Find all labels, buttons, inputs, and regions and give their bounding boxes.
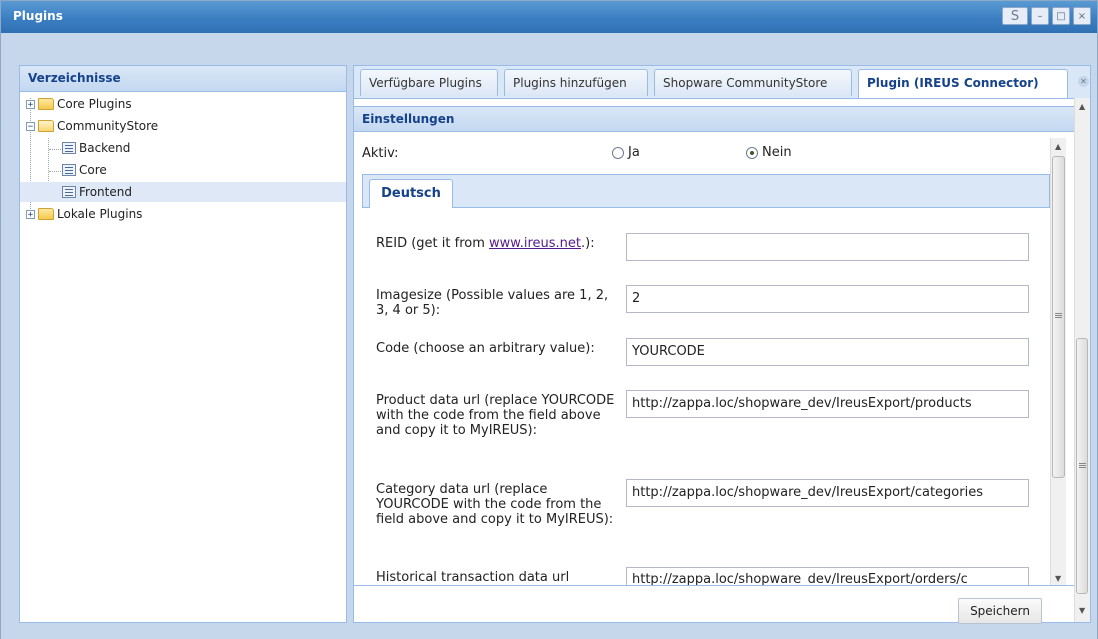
radio-circle-checked[interactable] (746, 146, 758, 159)
settings-scrollbar[interactable]: ▲ ▼ (1050, 138, 1066, 586)
tree-item-label: Frontend (79, 185, 132, 199)
settings-header: Einstellungen (354, 106, 1074, 132)
scroll-down-icon[interactable]: ▼ (1055, 574, 1061, 583)
plugins-window: Plugins S – □ × Verzeichnisse + Core Plu… (0, 0, 1098, 639)
expand-icon[interactable]: + (26, 99, 35, 109)
tree-item-lokale-plugins[interactable]: + Lokale Plugins (26, 204, 142, 224)
folder-icon (38, 208, 54, 220)
reid-label-text: REID (get it from (376, 236, 490, 251)
reid-label: REID (get it from www.ireus.net.): (376, 236, 620, 251)
tree-item-label: CommunityStore (57, 119, 159, 133)
tree-item-label: Core Plugins (57, 97, 132, 111)
radio-ja[interactable]: Ja (612, 145, 640, 160)
tree-item-label: Core (79, 163, 107, 177)
reid-label-suffix: .): (581, 236, 595, 251)
scroll-up-icon[interactable]: ▲ (1055, 142, 1061, 151)
list-icon (62, 186, 76, 198)
reid-input[interactable] (626, 233, 1029, 261)
category-url-label: Category data url (replace YOURCODE with… (376, 482, 614, 527)
minimize-icon[interactable]: – (1031, 7, 1049, 25)
tab-plugins-hinzufuegen[interactable]: Plugins hinzufügen (504, 69, 648, 96)
scroll-down-icon[interactable]: ▼ (1079, 606, 1085, 615)
footer-divider (354, 585, 1074, 586)
scroll-thumb[interactable] (1076, 338, 1088, 594)
tree-item-label: Backend (79, 141, 131, 155)
transaction-url-label: Historical transaction data url (376, 570, 570, 585)
title-bar[interactable]: Plugins S – □ × (1, 1, 1097, 33)
language-tab-strip: Deutsch (362, 174, 1050, 208)
tab-plugin-ireus-connector[interactable]: Plugin (IREUS Connector) ✕ (858, 69, 1089, 98)
list-icon (62, 164, 76, 176)
transaction-url-input[interactable]: http://zappa.loc/shopware_dev/IreusExpor… (626, 567, 1029, 585)
product-url-label: Product data url (replace YOURCODE with … (376, 393, 615, 438)
close-tab-icon[interactable]: ✕ (1078, 76, 1089, 87)
tree-item-frontend[interactable]: Frontend (20, 182, 346, 202)
window-title: Plugins (13, 9, 63, 23)
product-url-input[interactable]: http://zappa.loc/shopware_dev/IreusExpor… (626, 390, 1029, 418)
maximize-icon[interactable]: □ (1052, 7, 1070, 25)
tab-strip: Verfügbare Plugins Plugins hinzufügen Sh… (354, 66, 1090, 99)
tab-label: Plugin (IREUS Connector) (867, 76, 1039, 90)
radio-label: Ja (628, 145, 640, 160)
tab-deutsch[interactable]: Deutsch (369, 179, 453, 208)
code-label: Code (choose an arbitrary value): (376, 341, 595, 356)
plugin-panel: Verfügbare Plugins Plugins hinzufügen Sh… (353, 65, 1091, 624)
list-icon (62, 142, 76, 154)
scroll-thumb[interactable] (1052, 156, 1065, 478)
tree-item-communitystore[interactable]: − CommunityStore (26, 116, 158, 136)
tab-communitystore[interactable]: Shopware CommunityStore (654, 69, 852, 96)
folder-open-icon (38, 120, 54, 132)
tree-item-core-plugins[interactable]: + Core Plugins (26, 94, 132, 114)
scroll-up-icon[interactable]: ▲ (1079, 102, 1085, 111)
tab-verfuegbare-plugins[interactable]: Verfügbare Plugins (360, 69, 498, 96)
radio-label: Nein (762, 145, 792, 160)
tree-item-label: Lokale Plugins (57, 207, 143, 221)
window-controls: S – □ × (1002, 7, 1091, 25)
imagesize-input[interactable]: 2 (626, 285, 1029, 313)
aktiv-label: Aktiv: (362, 146, 399, 161)
imagesize-label: Imagesize (Possible values are 1, 2, 3, … (376, 288, 609, 318)
refresh-icon[interactable]: S (1002, 7, 1028, 25)
expand-icon[interactable]: + (26, 209, 35, 219)
folder-icon (38, 98, 54, 110)
directory-panel: Verzeichnisse + Core Plugins − Community… (19, 65, 347, 623)
radio-nein[interactable]: Nein (746, 145, 792, 160)
code-input[interactable]: YOURCODE (626, 338, 1029, 366)
ireus-link[interactable]: www.ireus.net (489, 236, 581, 251)
window-bottom-bar (1, 627, 1097, 639)
tree-item-backend[interactable]: Backend (62, 138, 130, 158)
radio-circle[interactable] (612, 146, 624, 159)
panel-scrollbar[interactable]: ▲ ▼ (1074, 98, 1090, 622)
collapse-icon[interactable]: − (26, 121, 35, 131)
close-icon[interactable]: × (1073, 7, 1091, 25)
category-url-input[interactable]: http://zappa.loc/shopware_dev/IreusExpor… (626, 479, 1029, 507)
tree-line (49, 149, 61, 150)
save-button[interactable]: Speichern (958, 598, 1042, 624)
tree-line (49, 171, 61, 172)
tree-item-core[interactable]: Core (62, 160, 107, 180)
directory-panel-title: Verzeichnisse (20, 66, 346, 92)
